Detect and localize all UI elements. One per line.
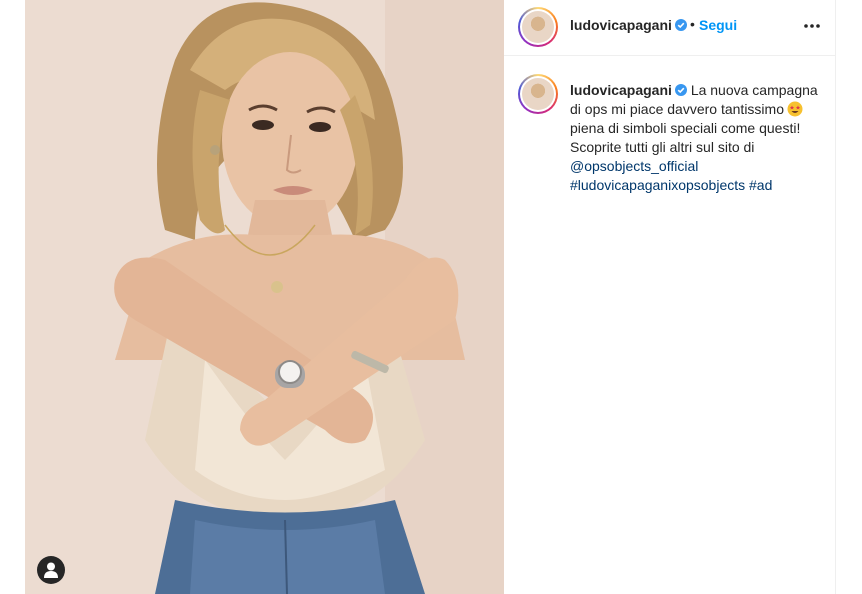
- user-tag-icon: [44, 562, 58, 578]
- author-username[interactable]: ludovicapagani: [570, 17, 672, 33]
- post-side-panel: ludovicapagani • Segui ludovicapagani La…: [504, 0, 836, 594]
- mention-link[interactable]: @opsobjects_official: [570, 158, 698, 174]
- caption-text-2: piena di simboli speciali come questi! S…: [570, 120, 801, 155]
- post-caption: ludovicapagani La nuova campagna di ops …: [570, 81, 820, 195]
- separator-dot: •: [690, 16, 695, 32]
- avatar-image: [522, 11, 554, 43]
- star-struck-emoji-icon: [787, 101, 803, 117]
- avatar-image: [522, 78, 554, 110]
- caption-username[interactable]: ludovicapagani: [570, 82, 672, 98]
- more-options-icon[interactable]: [802, 17, 822, 37]
- user-tag-button[interactable]: [37, 556, 65, 584]
- hashtag-link[interactable]: #ad: [749, 177, 772, 193]
- post-image: [25, 0, 504, 594]
- follow-button[interactable]: Segui: [699, 17, 737, 33]
- verified-badge-icon: [674, 84, 687, 96]
- verified-badge-icon: [674, 19, 687, 31]
- hashtag-link[interactable]: #ludovicapaganixopsobjects: [570, 177, 745, 193]
- caption-avatar[interactable]: [518, 74, 558, 114]
- avatar[interactable]: [518, 7, 558, 47]
- post-header: ludovicapagani • Segui: [504, 0, 836, 56]
- post-photo[interactable]: [25, 0, 504, 594]
